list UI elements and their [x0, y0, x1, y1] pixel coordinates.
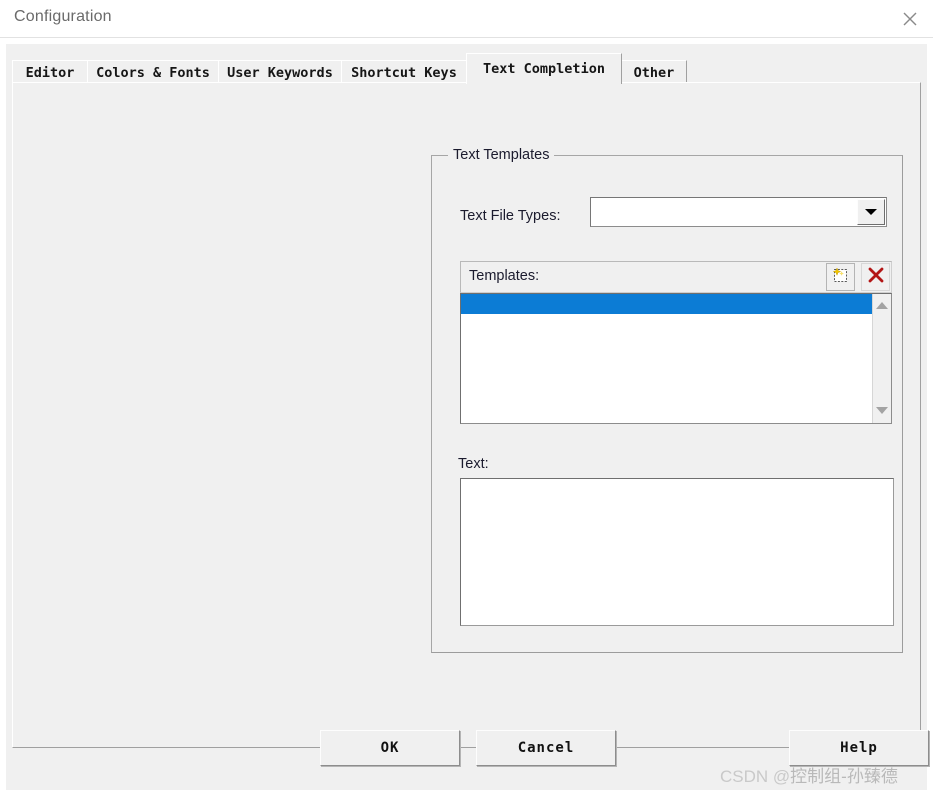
titlebar: Configuration: [0, 0, 933, 38]
text-file-types-dropdown-button[interactable]: [857, 199, 885, 225]
groupbox-title: Text Templates: [448, 147, 555, 163]
templates-listbox[interactable]: [460, 293, 892, 424]
tab-label: Editor: [25, 64, 75, 81]
close-button[interactable]: [887, 0, 933, 37]
tab-label: Text Completion: [483, 61, 605, 77]
ok-button-label: OK: [380, 740, 400, 756]
tab-panel-text-completion: Text Templates Text File Types: Template…: [12, 82, 921, 748]
templates-label: Templates:: [469, 268, 540, 284]
text-label: Text:: [458, 456, 489, 472]
window-title: Configuration: [14, 8, 112, 25]
tab-user-keywords[interactable]: User Keywords: [218, 60, 342, 84]
scroll-down-icon: [876, 406, 888, 414]
window-bottom-edge: [0, 790, 933, 796]
ok-button[interactable]: OK: [320, 730, 460, 766]
text-file-types-label: Text File Types:: [460, 208, 561, 224]
delete-template-button[interactable]: [861, 263, 890, 291]
tab-label: Shortcut Keys: [351, 64, 457, 81]
cancel-button-label: Cancel: [517, 740, 575, 756]
cancel-button[interactable]: Cancel: [476, 730, 616, 766]
dialog-body: Editor Colors & Fonts User Keywords Shor…: [6, 44, 929, 790]
text-file-types-combobox[interactable]: [590, 197, 887, 227]
dialog-button-bar: OK Cancel Help: [6, 730, 929, 790]
delete-template-icon: [866, 265, 886, 290]
help-button-label: Help: [840, 740, 878, 756]
list-item[interactable]: [461, 294, 872, 314]
scroll-down-button[interactable]: [873, 401, 891, 419]
templates-header-bar: Templates:: [460, 261, 892, 293]
chevron-down-icon: [865, 209, 877, 215]
templates-list-area[interactable]: [461, 294, 872, 423]
tab-other[interactable]: Other: [621, 60, 687, 84]
text-textarea[interactable]: [461, 479, 893, 625]
help-button[interactable]: Help: [789, 730, 929, 766]
tab-strip: Editor Colors & Fonts User Keywords Shor…: [12, 52, 922, 84]
tab-text-completion[interactable]: Text Completion: [466, 53, 622, 84]
new-template-button[interactable]: [826, 263, 855, 291]
tab-editor[interactable]: Editor: [12, 60, 88, 84]
tab-label: User Keywords: [227, 64, 333, 81]
text-textarea-wrapper[interactable]: [460, 478, 894, 626]
tab-label: Colors & Fonts: [96, 64, 210, 81]
close-icon: [901, 10, 919, 28]
new-template-icon: [831, 265, 851, 290]
templates-scrollbar[interactable]: [872, 294, 891, 423]
text-file-types-input[interactable]: [591, 198, 853, 226]
scroll-up-button[interactable]: [873, 296, 891, 314]
tab-label: Other: [633, 64, 675, 81]
configuration-dialog-window: Configuration Editor Colors & Fonts User…: [0, 0, 933, 796]
tab-shortcut-keys[interactable]: Shortcut Keys: [341, 60, 467, 84]
tab-colors-fonts[interactable]: Colors & Fonts: [87, 60, 219, 84]
text-templates-groupbox: Text Templates Text File Types: Template…: [431, 147, 903, 653]
scroll-up-icon: [876, 301, 888, 309]
